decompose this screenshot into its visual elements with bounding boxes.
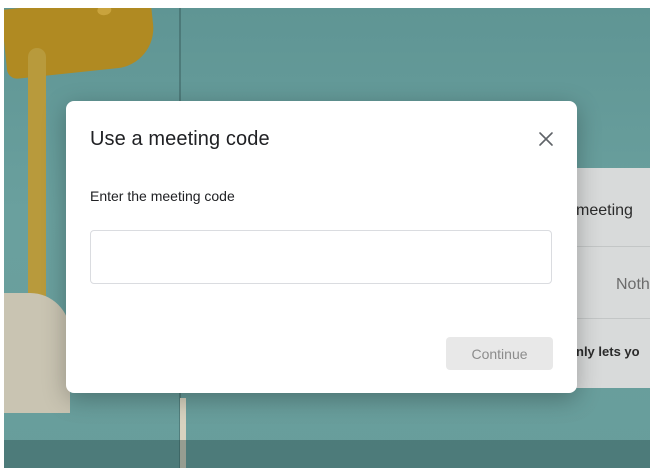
background-card: meeting Noth nly lets yo (572, 168, 650, 388)
background-card-row: meeting (576, 202, 633, 219)
background-pour-stream (28, 48, 46, 308)
background-cup (4, 293, 70, 413)
background-card-divider (572, 246, 650, 247)
background-floor (4, 440, 650, 468)
continue-button[interactable]: Continue (446, 337, 553, 370)
background-pitcher (4, 8, 158, 80)
meeting-code-dialog: Use a meeting code Enter the meeting cod… (66, 101, 577, 393)
background-card-divider (572, 318, 650, 319)
close-icon (539, 132, 553, 146)
meeting-code-prompt: Enter the meeting code (90, 188, 235, 204)
dialog-title: Use a meeting code (90, 128, 270, 150)
close-button[interactable] (532, 125, 560, 153)
background-card-row: nly lets yo (576, 344, 640, 359)
meeting-code-input[interactable] (90, 230, 552, 284)
background-card-row: Noth (616, 276, 650, 293)
